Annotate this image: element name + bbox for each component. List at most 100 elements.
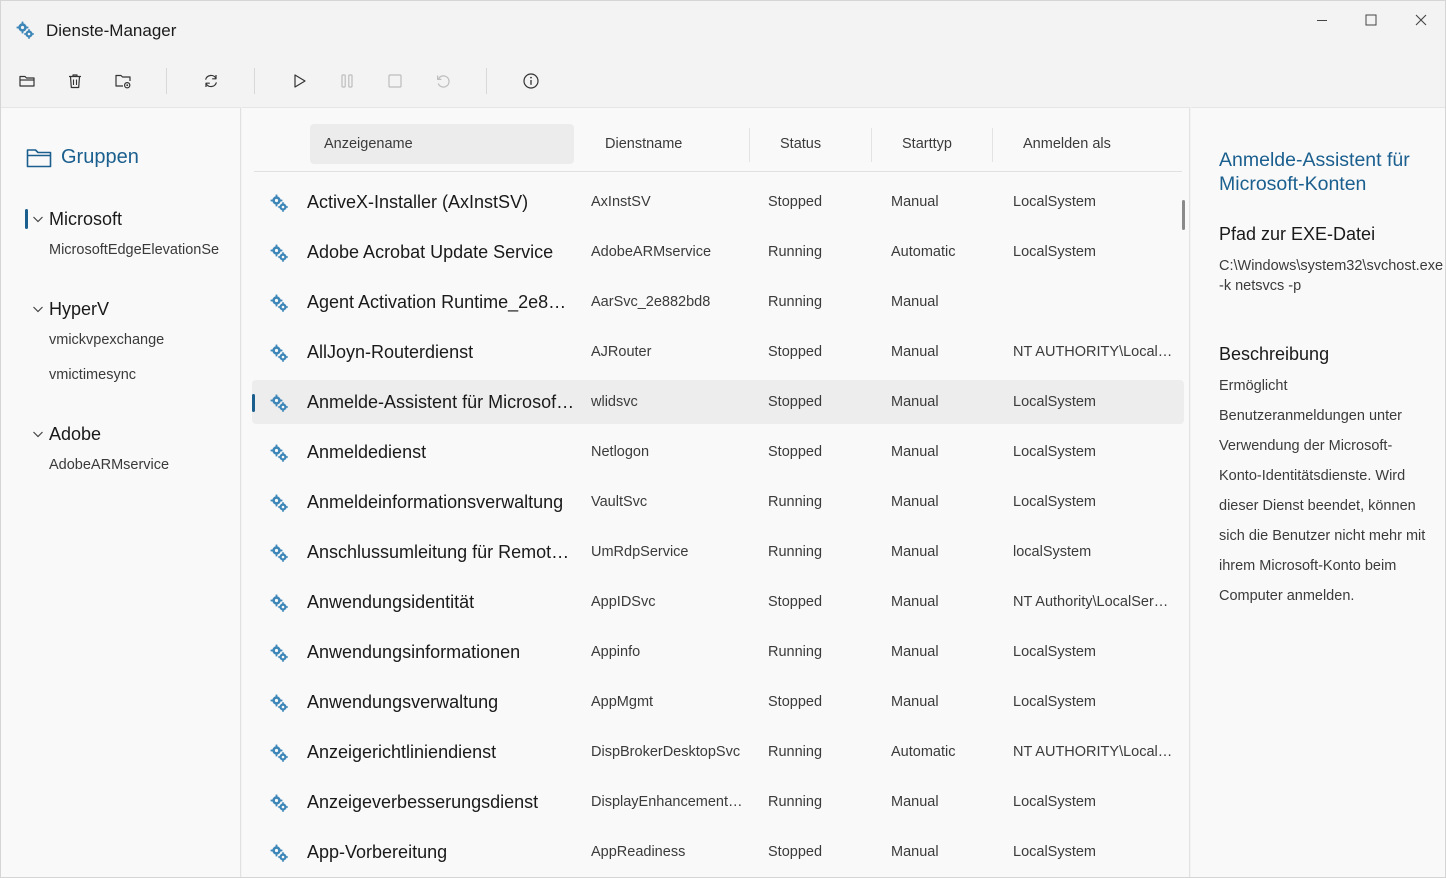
column-header-status[interactable]: Status: [780, 124, 821, 164]
toolbar-separator: [254, 68, 255, 94]
minimize-icon: [1317, 20, 1327, 21]
column-divider[interactable]: [992, 128, 993, 162]
column-header-start-type[interactable]: Starttyp: [902, 124, 952, 164]
service-name-cell: VaultSvc: [591, 494, 648, 510]
service-gear-icon: [269, 293, 289, 313]
start-type-cell: Manual: [891, 644, 939, 660]
start-type-cell: Manual: [891, 544, 939, 560]
table-row[interactable]: App-Vorbereitung AppReadiness Stopped Manua…: [252, 830, 1184, 874]
start-icon: [294, 74, 306, 88]
start-type-cell: Manual: [891, 194, 939, 210]
toolbar: [1, 57, 1445, 107]
group-child-item[interactable]: vmickvpexchange: [49, 332, 219, 348]
minimize-button[interactable]: [1299, 5, 1345, 35]
service-gear-icon: [269, 343, 289, 363]
display-name-cell: Anzeigeverbesserungsdienst: [307, 792, 539, 812]
pause-button[interactable]: [330, 65, 364, 97]
status-cell: Running: [768, 244, 823, 260]
open-folder-button[interactable]: [10, 65, 44, 97]
group-microsoft[interactable]: Microsoft MicrosoftEdgeElevationService: [1, 204, 241, 258]
chevron-down-icon[interactable]: [32, 303, 44, 315]
table-row[interactable]: Anzeigerichtliniendienst DispBrokerDeskto…: [252, 730, 1184, 774]
stop-button[interactable]: [378, 65, 412, 97]
refresh-button[interactable]: [194, 65, 228, 97]
logon-as-cell: LocalSystem: [1013, 444, 1097, 460]
maximize-button[interactable]: [1348, 5, 1394, 35]
display-name-cell: Anwendungsverwaltung: [307, 692, 499, 712]
close-button[interactable]: [1398, 5, 1444, 35]
table-row[interactable]: Anmelde-Assistent für Microsoft… wlidsvc S…: [252, 380, 1184, 424]
service-gear-icon: [269, 493, 289, 513]
logon-as-cell: localSystem: [1013, 544, 1092, 560]
group-child-item[interactable]: vmictimesync: [49, 367, 219, 383]
table-row[interactable]: Adobe Acrobat Update Service AdobeARMserv…: [252, 230, 1184, 274]
scrollbar-thumb[interactable]: [1182, 200, 1185, 230]
info-button[interactable]: [514, 65, 548, 97]
column-header-logon-as[interactable]: Anmelden als: [1023, 124, 1111, 164]
display-name-cell: Adobe Acrobat Update Service: [307, 242, 554, 262]
info-icon: [523, 73, 539, 89]
status-cell: Stopped: [768, 844, 823, 860]
logon-as-cell: [1013, 280, 1179, 324]
delete-button[interactable]: [58, 65, 92, 97]
start-type-cell: Automatic: [891, 244, 956, 260]
app-title: Dienste-Manager: [46, 21, 177, 40]
display-name-cell: Agent Activation Runtime_2e882…: [307, 292, 575, 312]
start-type-cell: Manual: [891, 794, 939, 810]
service-gear-icon: [269, 693, 289, 713]
service-name-cell: Netlogon: [591, 444, 650, 460]
logon-as-cell: LocalSystem: [1013, 244, 1097, 260]
table-row[interactable]: Agent Activation Runtime_2e882… AarSvc_2e…: [252, 280, 1184, 324]
services-table: Anzeigename Dienstname Status Starttyp A…: [242, 107, 1190, 877]
folder-settings-button[interactable]: [106, 65, 140, 97]
logon-as-cell: NT Authority\LocalSer…: [1013, 594, 1169, 610]
display-name-cell: Anmelde-Assistent für Microsoft…: [307, 392, 575, 412]
start-type-cell: Manual: [891, 594, 939, 610]
table-row[interactable]: Anschlussumleitung für Remoted… UmRdpServ…: [252, 530, 1184, 574]
start-type-cell: Manual: [891, 694, 939, 710]
table-row[interactable]: AllJoyn-Routerdienst AJRouter Stopped Manua…: [252, 330, 1184, 374]
service-name-cell: AppIDSvc: [591, 594, 656, 610]
status-cell: Running: [768, 294, 823, 310]
table-header: Anzeigename Dienstname Status Starttyp A…: [254, 124, 1182, 172]
status-cell: Running: [768, 644, 823, 660]
group-hyperv[interactable]: HyperV vmickvpexchange vmictimesync: [1, 294, 241, 383]
logon-as-cell: LocalSystem: [1013, 694, 1097, 710]
group-child-item[interactable]: AdobeARMservice: [49, 457, 219, 473]
pause-icon: [341, 74, 353, 88]
group-adobe[interactable]: Adobe AdobeARMservice: [1, 419, 241, 473]
group-name: Adobe: [49, 424, 102, 444]
title-bar: Dienste-Manager: [1, 1, 1445, 57]
service-description: Ermöglicht Benutzeranmeldungen unter Ver…: [1219, 378, 1426, 604]
table-row[interactable]: Anzeigeverbesserungsdienst DisplayEnhance…: [252, 780, 1184, 824]
maximize-icon: [1365, 14, 1377, 26]
selection-indicator: [252, 394, 255, 412]
service-gear-icon: [269, 793, 289, 813]
chevron-down-icon[interactable]: [32, 428, 44, 440]
description-heading: Beschreibung: [1219, 344, 1330, 364]
chevron-down-icon[interactable]: [32, 213, 44, 225]
table-row[interactable]: Anwendungsidentität AppIDSvc Stopped Manual…: [252, 580, 1184, 624]
restart-button[interactable]: [426, 65, 460, 97]
column-divider[interactable]: [871, 128, 872, 162]
group-name: Microsoft: [49, 209, 123, 229]
table-row[interactable]: Anmeldedienst Netlogon Stopped Manual LocalS…: [252, 430, 1184, 474]
service-gear-icon: [269, 543, 289, 563]
column-header-display-name[interactable]: Anzeigename: [310, 124, 574, 164]
service-name-cell: AppMgmt: [591, 694, 654, 710]
table-row[interactable]: Anwendungsinformationen Appinfo Running Man…: [252, 630, 1184, 674]
start-type-cell: Manual: [891, 844, 939, 860]
service-gear-icon: [269, 743, 289, 763]
table-row[interactable]: ActiveX-Installer (AxInstSV) AxInstSV Stop…: [252, 180, 1184, 224]
service-name-cell: AppReadiness: [591, 844, 686, 860]
status-cell: Running: [768, 494, 823, 510]
table-row[interactable]: Anmeldeinformationsverwaltung VaultSvc Run…: [252, 480, 1184, 524]
table-row[interactable]: Anwendungsverwaltung AppMgmt Stopped Manual…: [252, 680, 1184, 724]
start-type-cell: Manual: [891, 294, 939, 310]
group-child-item[interactable]: MicrosoftEdgeElevationService: [49, 242, 219, 258]
column-divider[interactable]: [749, 128, 750, 162]
folder-icon: [26, 148, 52, 167]
column-header-service-name[interactable]: Dienstname: [605, 124, 682, 164]
start-button[interactable]: [282, 65, 316, 97]
status-cell: Stopped: [768, 694, 823, 710]
